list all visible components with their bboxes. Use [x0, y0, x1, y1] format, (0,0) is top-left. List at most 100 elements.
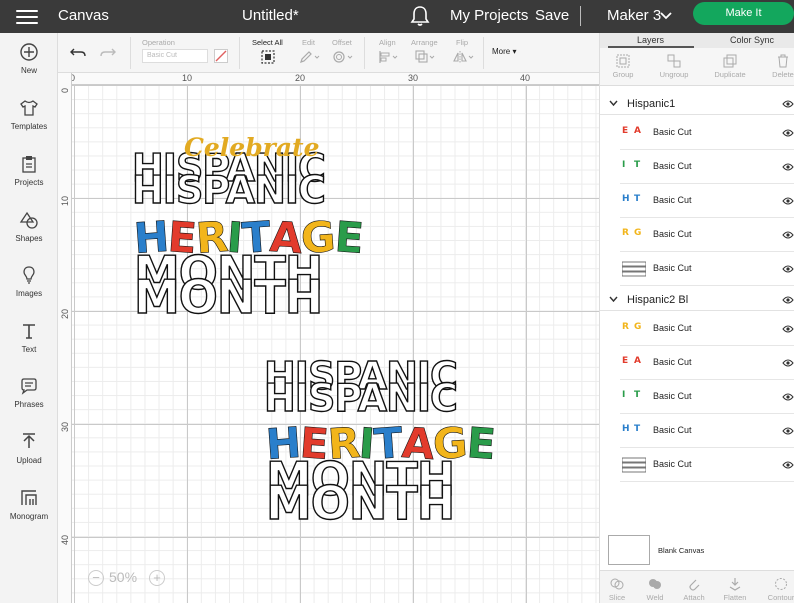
ruler-tick-label: 10 [60, 195, 70, 206]
slice-button[interactable]: Slice [606, 577, 628, 602]
menu-icon[interactable] [16, 7, 38, 25]
thumbnail-letter: A [634, 126, 641, 136]
layer-group-row[interactable]: Hispanic1 [600, 93, 794, 115]
toolbar-divider [483, 37, 484, 69]
chevron-down-icon[interactable] [609, 296, 618, 303]
top-ruler: 0 10 20 30 40 [58, 73, 599, 85]
delete-button[interactable]: Delete [768, 54, 794, 79]
month-outline-text: MONTH [133, 270, 324, 324]
arrange-icon[interactable] [415, 50, 437, 64]
layer-row[interactable]: I T Basic Cut [620, 380, 794, 414]
zoom-in-button[interactable]: + [149, 570, 165, 586]
layer-row[interactable]: I T Basic Cut [620, 150, 794, 184]
layer-thumbnail: EA [622, 355, 646, 371]
tab-color-sync[interactable]: Color Sync [730, 35, 774, 45]
operation-select[interactable]: Basic Cut [142, 49, 208, 63]
layer-row[interactable]: R G Basic Cut [620, 218, 794, 252]
eye-icon[interactable] [782, 325, 794, 333]
save-button[interactable]: Save [535, 7, 569, 24]
delete-label: Delete [772, 70, 794, 79]
thumbnail-letter: T [634, 390, 641, 400]
sidebar-item-projects[interactable]: Projects [0, 154, 58, 187]
eye-icon[interactable] [782, 265, 794, 273]
heritage-letter: E [166, 212, 198, 263]
sidebar-item-phrases[interactable]: Phrases [0, 376, 58, 409]
tab-layers[interactable]: Layers [637, 35, 664, 45]
align-icon[interactable] [378, 50, 400, 64]
zoom-out-button[interactable]: − [88, 570, 104, 586]
heritage-letter: G [299, 211, 337, 264]
blank-canvas-swatch[interactable] [608, 535, 650, 565]
chevron-down-icon[interactable] [609, 100, 618, 107]
thumbnail-letter: A [634, 356, 641, 366]
my-projects-link[interactable]: My Projects [450, 7, 528, 24]
layer-thumbnail: RG [622, 227, 646, 243]
eye-icon[interactable] [782, 197, 794, 205]
flip-icon[interactable] [453, 50, 475, 64]
eye-icon[interactable] [782, 359, 794, 367]
heritage-letter: E [332, 212, 365, 263]
group-button[interactable]: Group [608, 54, 638, 79]
layer-row[interactable]: E A Basic Cut [620, 116, 794, 150]
layer-row[interactable]: E A Basic Cut [620, 346, 794, 380]
eye-icon[interactable] [782, 129, 794, 137]
heritage-letter: G [431, 417, 469, 470]
shapes-icon [19, 211, 38, 229]
chevron-down-icon[interactable] [659, 9, 673, 23]
sidebar-item-text[interactable]: Text [0, 321, 58, 354]
layer-row[interactable]: H T Basic Cut [620, 414, 794, 448]
eye-icon[interactable] [782, 427, 794, 435]
monogram-icon [21, 490, 37, 505]
heritage-letter: R [326, 417, 361, 470]
sidebar-item-new[interactable]: New [0, 42, 58, 75]
offset-label: Offset [332, 38, 352, 47]
notification-bell-icon[interactable] [410, 5, 430, 27]
layer-row[interactable]: Basic Cut [620, 252, 794, 286]
attach-button[interactable]: Attach [680, 577, 708, 602]
redo-icon[interactable] [100, 45, 116, 59]
offset-icon[interactable] [332, 50, 354, 64]
sidebar-item-images[interactable]: Images [0, 265, 58, 298]
flatten-button[interactable]: Flatten [720, 577, 750, 602]
attach-label: Attach [683, 593, 705, 602]
design-hispanic2[interactable]: HISPANIC HISPANIC MONTH MONTH HERITAGE [263, 356, 496, 533]
layer-row[interactable]: H T Basic Cut [620, 184, 794, 218]
sidebar-item-upload[interactable]: Upload [0, 432, 58, 465]
layer-group-row[interactable]: Hispanic2 Bl [600, 289, 794, 311]
thumbnail-letter: T [634, 424, 641, 434]
eye-icon[interactable] [782, 296, 794, 304]
design-hispanic1[interactable]: HISPANIC HISPANIC Celebrate MONTH MONTH … [131, 133, 365, 333]
thumbnail-letter: H [622, 424, 630, 434]
sidebar-item-label: Projects [14, 178, 44, 187]
contour-button[interactable]: Contour [764, 577, 794, 602]
more-button[interactable]: More ▾ [492, 47, 516, 56]
ruler-tick-label: 30 [60, 421, 70, 432]
weld-button[interactable]: Weld [644, 577, 666, 602]
eye-icon[interactable] [782, 461, 794, 469]
ruler-tick-label: 40 [60, 534, 70, 545]
sidebar-item-templates[interactable]: Templates [0, 98, 58, 131]
heritage-letter: T [372, 418, 404, 469]
ungroup-button[interactable]: Ungroup [654, 54, 694, 79]
eye-icon[interactable] [782, 393, 794, 401]
design-canvas[interactable]: 0 10 20 30 40 0 10 20 30 40 HISPANIC HIS… [58, 73, 599, 603]
heritage-letter: H [264, 417, 302, 470]
layer-row[interactable]: Basic Cut [620, 448, 794, 482]
machine-selector[interactable]: Maker 3 [607, 7, 661, 24]
layer-row[interactable]: R G Basic Cut [620, 312, 794, 346]
make-it-button[interactable]: Make It [693, 2, 794, 25]
eye-icon[interactable] [782, 231, 794, 239]
undo-icon[interactable] [70, 45, 86, 59]
duplicate-button[interactable]: Duplicate [710, 54, 750, 79]
sidebar-item-shapes[interactable]: Shapes [0, 210, 58, 243]
document-title[interactable]: Untitled* [242, 7, 299, 24]
sidebar-item-monogram[interactable]: Monogram [0, 488, 58, 521]
select-all-icon[interactable] [261, 50, 275, 64]
eye-icon[interactable] [782, 100, 794, 108]
layer-operation-label: Basic Cut [653, 459, 692, 469]
eye-icon[interactable] [782, 163, 794, 171]
plus-circle-icon [20, 43, 38, 61]
no-color-icon[interactable] [214, 49, 228, 63]
sidebar-item-label: Images [15, 289, 43, 298]
edit-pencil-icon[interactable] [299, 50, 321, 64]
